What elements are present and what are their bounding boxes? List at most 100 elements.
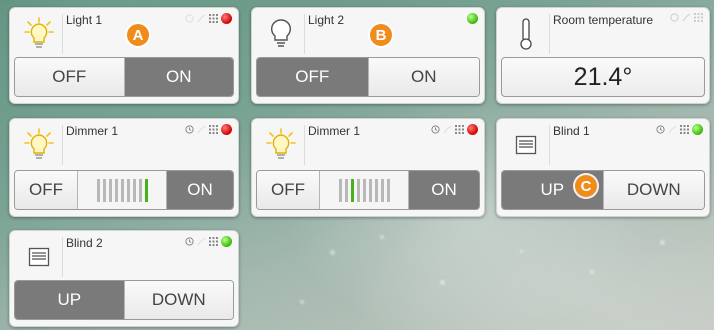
on-button[interactable]: ON xyxy=(123,58,233,96)
dimmer-tick xyxy=(132,178,136,202)
background-bokeh xyxy=(330,250,335,255)
card-title: Blind 1 xyxy=(553,124,590,138)
card-light-2: Light 2 OFF ON xyxy=(251,7,485,104)
status-indicators xyxy=(656,124,703,135)
dimmer-tick xyxy=(102,178,106,202)
card-dimmer-1-b: Dimmer 1 OFF ON xyxy=(251,118,485,217)
up-down-switch: UP DOWN xyxy=(14,280,234,320)
thermometer-icon xyxy=(503,14,550,54)
bulb-off-icon xyxy=(258,14,305,54)
dimmer-control: OFF ON xyxy=(256,170,480,210)
dimmer-tick xyxy=(126,178,130,202)
dimmer-tick xyxy=(144,178,148,202)
blind-icon xyxy=(503,125,550,165)
card-title: Dimmer 1 xyxy=(66,124,119,138)
on-button[interactable]: ON xyxy=(167,171,233,209)
dimmer-level-slider[interactable] xyxy=(77,171,167,209)
up-button[interactable]: UP xyxy=(15,281,124,319)
status-indicators xyxy=(185,124,232,135)
marker-a: A xyxy=(127,24,149,46)
card-title: Room temperature xyxy=(553,13,654,27)
blind-icon xyxy=(16,237,63,277)
dimmer-tick xyxy=(374,178,378,202)
off-button[interactable]: OFF xyxy=(257,171,319,209)
on-off-switch: OFF ON xyxy=(256,57,480,97)
status-led-green xyxy=(221,236,232,247)
status-led-green xyxy=(467,13,478,24)
status-indicators xyxy=(185,13,232,24)
card-title: Light 2 xyxy=(308,13,345,27)
grid-icon[interactable] xyxy=(455,125,464,134)
down-button[interactable]: DOWN xyxy=(602,171,704,209)
trend-icon xyxy=(443,125,452,134)
marker-c: C xyxy=(575,175,597,197)
status-led-red xyxy=(221,124,232,135)
clock-icon xyxy=(185,237,194,246)
clock-icon xyxy=(185,14,194,23)
off-button[interactable]: OFF xyxy=(15,58,124,96)
clock-icon xyxy=(431,125,440,134)
dimmer-tick xyxy=(368,178,372,202)
background-bokeh xyxy=(440,280,445,285)
dimmer-tick xyxy=(138,178,142,202)
dimmer-control: OFF ON xyxy=(14,170,234,210)
on-button[interactable]: ON xyxy=(409,171,479,209)
dimmer-tick xyxy=(356,178,360,202)
dimmer-tick xyxy=(114,178,118,202)
bulb-lit-icon xyxy=(16,125,63,165)
card-title: Dimmer 1 xyxy=(308,124,361,138)
background-bokeh xyxy=(380,235,384,239)
dimmer-tick xyxy=(386,178,390,202)
card-light-1: Light 1 OFF ON xyxy=(9,7,239,104)
dimmer-tick xyxy=(362,178,366,202)
dimmer-tick xyxy=(120,178,124,202)
trend-icon xyxy=(197,14,206,23)
grid-icon[interactable] xyxy=(209,237,218,246)
card-title: Light 1 xyxy=(66,13,103,27)
dimmer-tick xyxy=(380,178,384,202)
trend-icon xyxy=(197,125,206,134)
status-indicators xyxy=(670,13,703,22)
up-down-switch: UP DOWN xyxy=(501,170,705,210)
status-indicators xyxy=(431,124,478,135)
dimmer-tick xyxy=(108,178,112,202)
status-led-red xyxy=(221,13,232,24)
dimmer-tick xyxy=(350,178,354,202)
clock-icon xyxy=(185,125,194,134)
trend-icon xyxy=(197,237,206,246)
background-bokeh xyxy=(660,240,665,245)
grid-icon[interactable] xyxy=(680,125,689,134)
trend-icon xyxy=(682,13,691,22)
dimmer-level-slider[interactable] xyxy=(319,171,409,209)
clock-icon xyxy=(670,13,679,22)
off-button[interactable]: OFF xyxy=(257,58,368,96)
dimmer-tick xyxy=(338,178,342,202)
bulb-lit-icon xyxy=(258,125,305,165)
card-room-temperature: Room temperature 21.4° xyxy=(496,7,710,104)
status-indicators xyxy=(467,13,478,24)
background-bokeh xyxy=(520,250,523,253)
grid-icon[interactable] xyxy=(209,14,218,23)
bulb-lit-icon xyxy=(16,14,63,54)
dimmer-tick xyxy=(344,178,348,202)
marker-b: B xyxy=(370,24,392,46)
dimmer-tick xyxy=(96,178,100,202)
on-button[interactable]: ON xyxy=(367,58,479,96)
status-led-green xyxy=(692,124,703,135)
background-bokeh xyxy=(300,300,304,304)
background-bokeh xyxy=(590,270,594,274)
grid-icon[interactable] xyxy=(694,13,703,22)
status-indicators xyxy=(185,236,232,247)
grid-icon[interactable] xyxy=(209,125,218,134)
trend-icon xyxy=(668,125,677,134)
card-blind-1: Blind 1 UP DOWN xyxy=(496,118,710,217)
off-button[interactable]: OFF xyxy=(15,171,77,209)
down-button[interactable]: DOWN xyxy=(123,281,233,319)
temperature-value: 21.4° xyxy=(501,57,705,97)
card-blind-2: Blind 2 UP DOWN xyxy=(9,230,239,327)
card-dimmer-1: Dimmer 1 OFF ON xyxy=(9,118,239,217)
status-led-red xyxy=(467,124,478,135)
clock-icon xyxy=(656,125,665,134)
card-title: Blind 2 xyxy=(66,236,103,250)
on-off-switch: OFF ON xyxy=(14,57,234,97)
